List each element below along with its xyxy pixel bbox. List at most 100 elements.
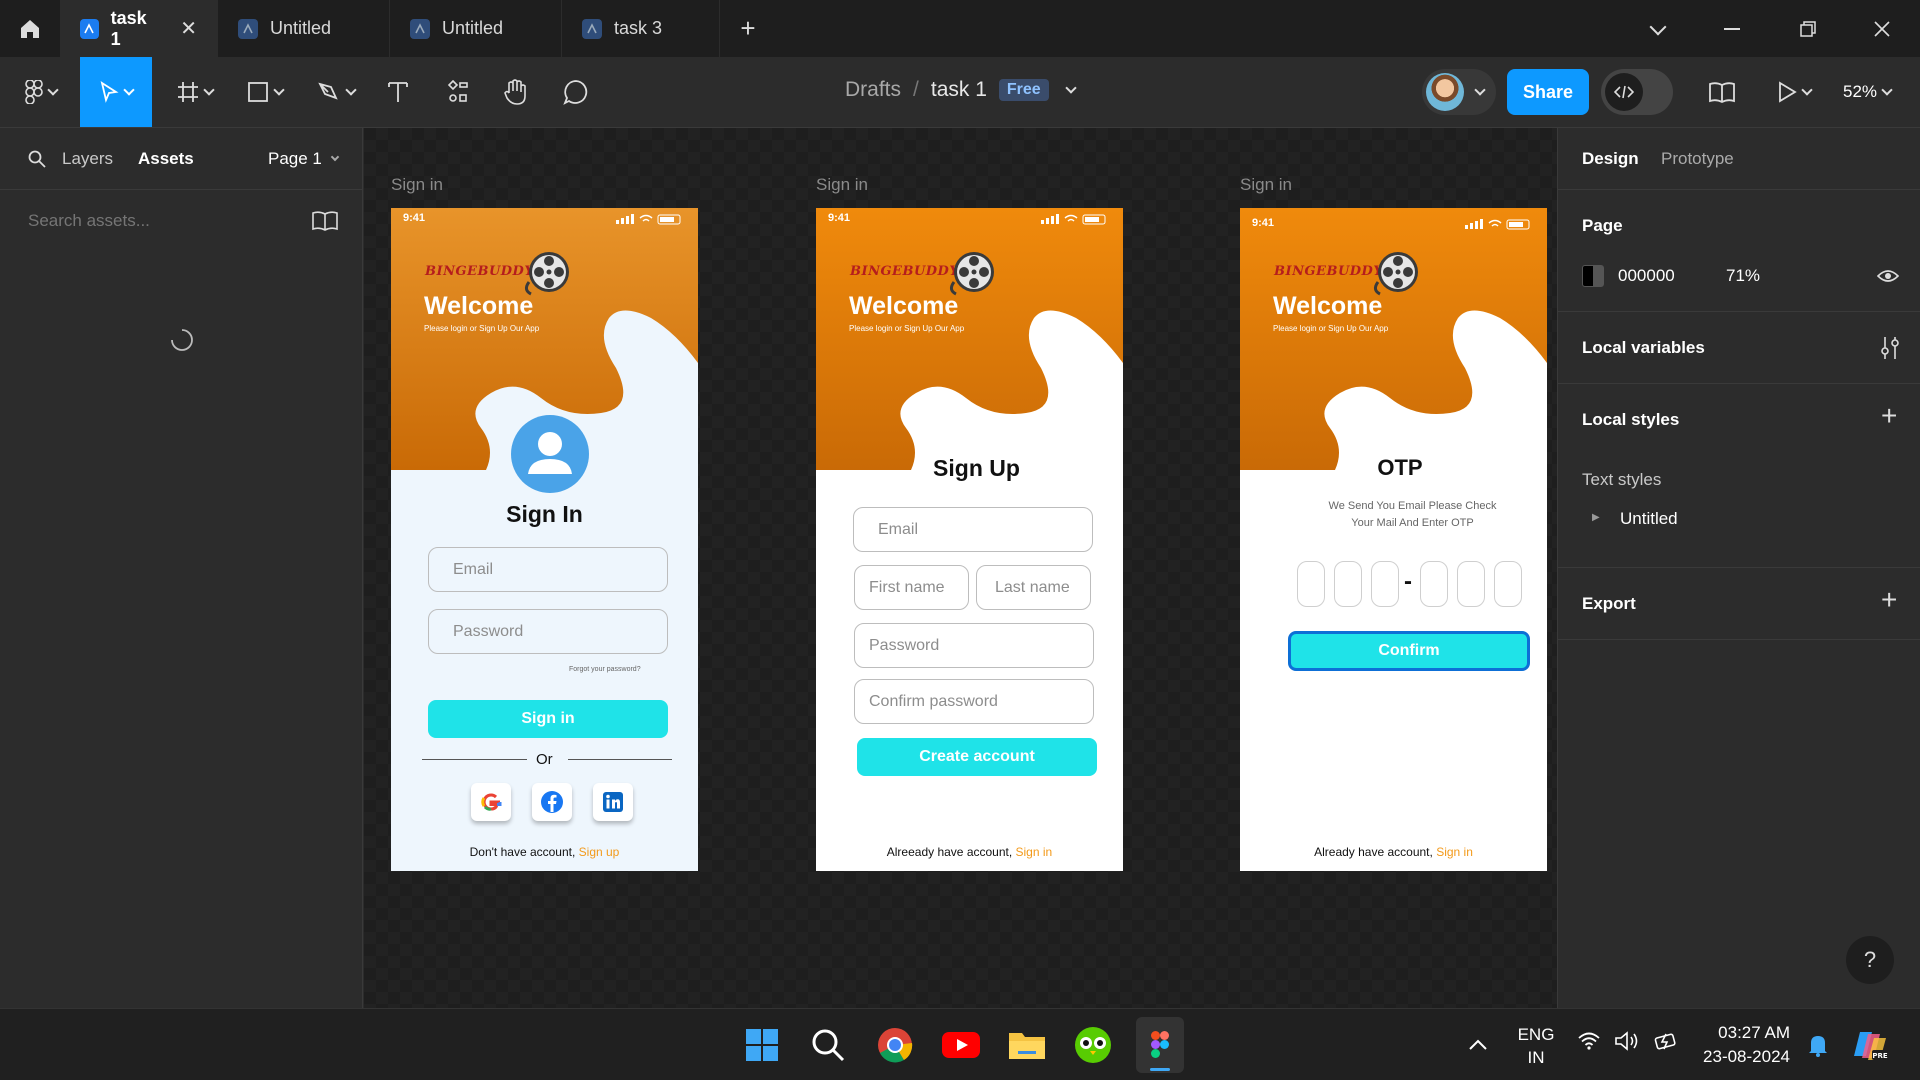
text-tool[interactable]	[380, 57, 416, 127]
main-menu-button[interactable]	[16, 57, 66, 127]
pen-tool[interactable]	[308, 57, 364, 127]
tab-task-1[interactable]: task 1 ✕	[60, 0, 218, 57]
close-tab-icon[interactable]: ✕	[180, 16, 197, 41]
sign-up-link[interactable]: Sign up	[579, 845, 620, 859]
facebook-login-button[interactable]	[532, 783, 572, 821]
share-button[interactable]: Share	[1507, 69, 1589, 115]
file-menu-chevron-icon[interactable]	[1065, 82, 1077, 94]
text-style-item[interactable]: Untitled	[1620, 509, 1678, 529]
hand-tool[interactable]	[498, 57, 534, 127]
add-style-icon[interactable]: +	[1881, 400, 1897, 432]
show-hidden-icons-button[interactable]	[1456, 1023, 1500, 1067]
tab-layers[interactable]: Layers	[62, 149, 113, 169]
chrome-taskbar-button[interactable]	[873, 1023, 917, 1067]
plan-badge[interactable]: Free	[998, 79, 1049, 101]
notifications-button[interactable]	[1796, 1023, 1840, 1067]
confirm-password-field[interactable]: Confirm password	[854, 679, 1094, 724]
page-color-value[interactable]: 000000	[1618, 266, 1675, 286]
duolingo-taskbar-button[interactable]	[1071, 1023, 1115, 1067]
resources-tool[interactable]	[440, 57, 476, 127]
comment-icon	[563, 80, 588, 105]
restore-button[interactable]	[1770, 0, 1846, 57]
otp-digit-3[interactable]	[1371, 561, 1399, 607]
close-window-button[interactable]	[1844, 0, 1920, 57]
page-select[interactable]: Page 1	[268, 149, 340, 169]
page-color-swatch[interactable]	[1582, 265, 1604, 287]
page-opacity-value[interactable]: 71%	[1726, 266, 1760, 286]
search-taskbar-button[interactable]	[806, 1023, 850, 1067]
otp-digit-5[interactable]	[1457, 561, 1485, 607]
figma-taskbar-button[interactable]	[1136, 1017, 1184, 1073]
system-tray-status[interactable]	[1578, 1031, 1680, 1051]
variables-settings-icon[interactable]	[1880, 336, 1900, 360]
tab-prototype[interactable]: Prototype	[1661, 149, 1734, 169]
create-account-button[interactable]: Create account	[857, 738, 1097, 776]
frame-tool[interactable]	[168, 57, 222, 127]
google-login-button[interactable]	[471, 783, 511, 821]
comment-tool[interactable]	[558, 57, 594, 127]
move-tool[interactable]	[80, 57, 152, 127]
canvas[interactable]: Sign in 9:41 BINGEBUDDY Welcome Please l…	[364, 128, 1557, 1008]
otp-digit-4[interactable]	[1420, 561, 1448, 607]
new-tab-button[interactable]: +	[720, 0, 776, 57]
sign-in-button[interactable]: Sign in	[428, 700, 668, 738]
otp-digit-2[interactable]	[1334, 561, 1362, 607]
tab-design[interactable]: Design	[1582, 149, 1639, 169]
zoom-menu[interactable]: 52%	[1836, 57, 1898, 127]
caret-right-icon[interactable]: ▶	[1592, 512, 1600, 523]
present-button[interactable]	[1770, 57, 1818, 127]
frame-label[interactable]: Sign in	[1240, 175, 1292, 195]
sign-in-link[interactable]: Sign in	[1436, 845, 1473, 859]
tab-assets[interactable]: Assets	[138, 149, 194, 169]
password-field[interactable]: Password	[854, 623, 1094, 668]
search-assets-input[interactable]	[14, 204, 294, 238]
rectangle-icon	[248, 82, 268, 102]
minimize-button[interactable]	[1694, 0, 1770, 57]
tab-untitled-1[interactable]: Untitled	[218, 0, 390, 57]
zoom-level: 52%	[1842, 82, 1878, 101]
first-name-field[interactable]: First name	[854, 565, 969, 610]
search-icon[interactable]	[28, 150, 46, 168]
youtube-taskbar-button[interactable]	[939, 1023, 983, 1067]
copilot-button[interactable]: PRE	[1848, 1023, 1892, 1067]
language-indicator[interactable]: ENG IN	[1512, 1023, 1560, 1069]
confirm-button[interactable]: Confirm	[1288, 631, 1530, 671]
sign-in-link[interactable]: Sign in	[1016, 845, 1053, 859]
last-name-field[interactable]: Last name	[976, 565, 1091, 610]
battery-charging-icon	[1654, 1033, 1676, 1050]
chevron-down-icon	[1881, 84, 1893, 96]
otp-digit-6[interactable]	[1494, 561, 1522, 607]
linkedin-login-button[interactable]	[593, 783, 633, 821]
tab-task-3[interactable]: task 3	[562, 0, 720, 57]
email-field[interactable]: Email	[853, 507, 1093, 552]
library-button[interactable]	[1704, 57, 1740, 127]
password-field[interactable]: Password	[428, 609, 668, 654]
eye-icon[interactable]	[1877, 268, 1899, 284]
tab-overflow-button[interactable]	[1620, 0, 1696, 57]
file-explorer-taskbar-button[interactable]	[1005, 1023, 1049, 1067]
start-button[interactable]	[740, 1023, 784, 1067]
dev-mode-toggle[interactable]	[1601, 69, 1673, 115]
welcome-tagline: Please login or Sign Up Our App	[424, 324, 540, 333]
welcome-tagline: Please login or Sign Up Our App	[1273, 324, 1389, 333]
home-button[interactable]	[0, 0, 60, 57]
user-menu[interactable]	[1422, 69, 1496, 115]
help-button[interactable]: ?	[1846, 936, 1894, 984]
email-field[interactable]: Email	[428, 547, 668, 592]
tab-untitled-2[interactable]: Untitled	[390, 0, 562, 57]
add-export-icon[interactable]: +	[1881, 584, 1897, 616]
text-icon	[388, 82, 408, 102]
frame-sign-in[interactable]: 9:41 BINGEBUDDY Welcome Please login or …	[391, 208, 698, 871]
shape-tool[interactable]	[238, 57, 292, 127]
frame-sign-up[interactable]: 9:41 BINGEBUDDY Welcome Please login or …	[816, 208, 1123, 871]
frame-label[interactable]: Sign in	[816, 175, 868, 195]
frame-label[interactable]: Sign in	[391, 175, 443, 195]
frame-otp[interactable]: 9:41 BINGEBUDDY Welcome Please login or …	[1240, 208, 1547, 871]
file-name[interactable]: task 1	[931, 78, 987, 102]
clock[interactable]: 03:27 AM 23-08-2024	[1700, 1021, 1790, 1069]
breadcrumb-drafts[interactable]: Drafts	[845, 78, 901, 102]
otp-digit-1[interactable]	[1297, 561, 1325, 607]
forgot-password-link[interactable]: Forgot your password?	[569, 666, 641, 673]
library-book-icon[interactable]	[312, 211, 338, 231]
home-icon	[21, 19, 39, 38]
